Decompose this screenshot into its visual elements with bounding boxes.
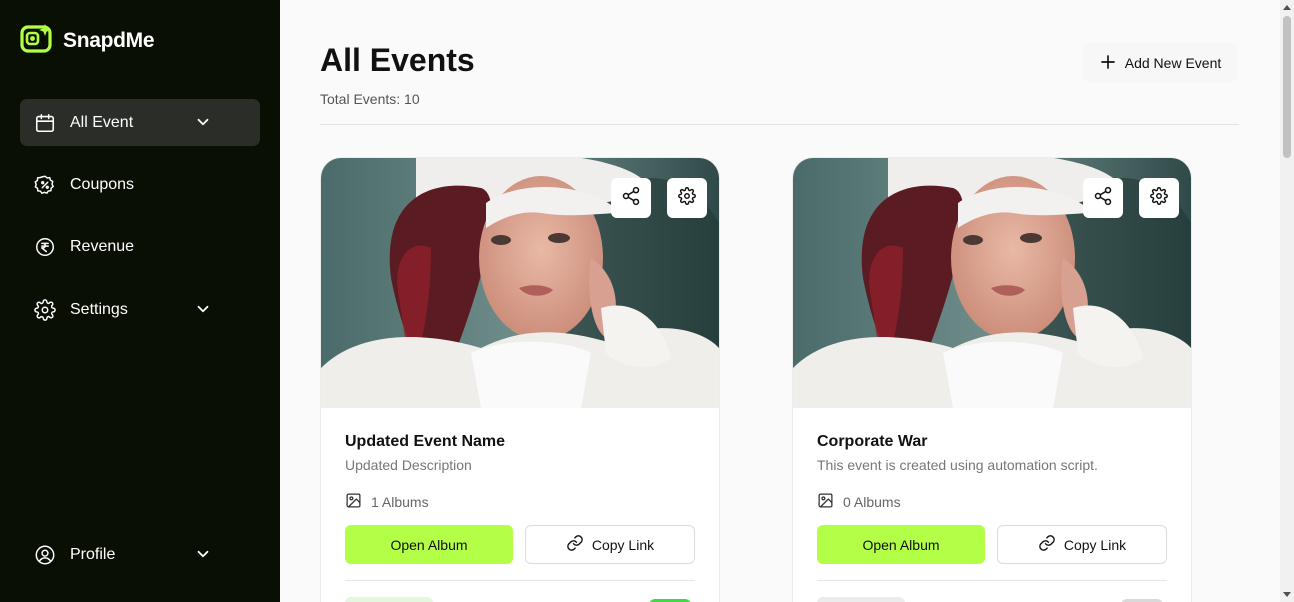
sidebar-item-coupons[interactable]: Coupons <box>20 161 260 208</box>
link-icon <box>1038 534 1056 555</box>
copy-link-label: Copy Link <box>591 536 655 553</box>
share-button[interactable] <box>611 178 651 218</box>
sidebar-item-revenue[interactable]: Revenue <box>20 223 260 270</box>
scroll-down-arrow-icon[interactable] <box>1283 592 1291 597</box>
coupon-icon <box>34 174 56 196</box>
sidebar-item-profile[interactable]: Profile <box>20 531 260 578</box>
album-count-label: 0 Albums <box>843 494 901 510</box>
share-icon <box>621 186 641 211</box>
copy-link-button[interactable]: Copy Link <box>525 525 695 564</box>
chevron-down-icon[interactable] <box>194 545 212 568</box>
chevron-down-icon[interactable] <box>194 113 212 136</box>
share-button[interactable] <box>1083 178 1123 218</box>
event-description: Updated Description <box>345 457 472 473</box>
share-icon <box>1093 186 1113 211</box>
event-card: Corporate War This event is created usin… <box>793 158 1191 602</box>
card-divider <box>345 580 695 581</box>
calendar-icon <box>34 112 56 134</box>
sidebar-item-all-event[interactable]: All Event <box>20 99 260 146</box>
scroll-up-arrow-icon[interactable] <box>1283 5 1291 10</box>
album-count: 1 Albums <box>345 492 429 512</box>
sidebar-item-label: Revenue <box>70 237 135 255</box>
sidebar-item-label: Profile <box>70 545 116 563</box>
brand[interactable]: SnapdMe <box>20 23 155 58</box>
open-album-button[interactable]: Open Album <box>345 525 513 564</box>
page-title: All Events <box>320 42 475 78</box>
event-card: Updated Event Name Updated Description 1… <box>321 158 719 602</box>
gear-icon <box>678 186 696 210</box>
plus-icon <box>1099 53 1117 74</box>
sidebar-item-settings[interactable]: Settings <box>20 286 260 333</box>
chevron-down-icon[interactable] <box>194 300 212 323</box>
card-divider <box>817 580 1167 581</box>
event-status-chip <box>345 597 433 602</box>
event-cover-photo[interactable] <box>321 158 719 408</box>
scrollbar-thumb[interactable] <box>1283 16 1291 158</box>
copy-link-button[interactable]: Copy Link <box>997 525 1167 564</box>
sidebar: SnapdMe All Event Coupons Revenue Settin… <box>0 0 280 602</box>
total-events-count: Total Events: 10 <box>320 91 420 107</box>
event-settings-button[interactable] <box>667 178 707 218</box>
link-icon <box>566 534 584 555</box>
open-album-button[interactable]: Open Album <box>817 525 985 564</box>
page-scrollbar[interactable] <box>1280 0 1294 602</box>
sidebar-item-label: All Event <box>70 113 134 131</box>
add-new-event-label: Add New Event <box>1124 55 1222 71</box>
header-divider <box>320 124 1239 125</box>
rupee-icon <box>34 236 56 258</box>
copy-link-label: Copy Link <box>1063 536 1127 553</box>
event-settings-button[interactable] <box>1139 178 1179 218</box>
event-cover-photo[interactable] <box>793 158 1191 408</box>
event-title: Updated Event Name <box>345 433 506 450</box>
event-status-chip <box>817 597 905 602</box>
album-count-label: 1 Albums <box>371 494 429 510</box>
gear-icon <box>34 298 56 321</box>
snapdme-logo-icon <box>20 23 54 58</box>
sidebar-item-label: Coupons <box>70 175 135 193</box>
sidebar-item-label: Settings <box>70 300 128 318</box>
event-title: Corporate War <box>817 433 928 450</box>
event-description: This event is created using automation s… <box>817 457 1098 473</box>
brand-name: SnapdMe <box>63 28 155 52</box>
add-new-event-button[interactable]: Add New Event <box>1083 43 1237 83</box>
gear-icon <box>1150 186 1168 210</box>
image-icon <box>817 492 834 512</box>
album-count: 0 Albums <box>817 492 901 512</box>
user-icon <box>34 544 56 566</box>
image-icon <box>345 492 362 512</box>
